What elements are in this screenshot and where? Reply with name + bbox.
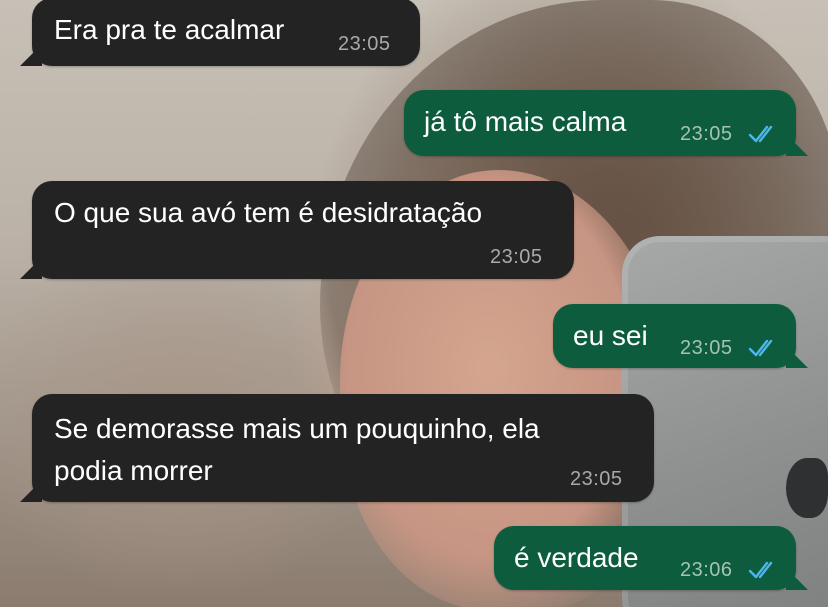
message-outgoing[interactable]: já tô mais calma 23:05	[404, 90, 808, 156]
message-text: Se demorasse mais um pouquinho, ela podi…	[54, 413, 540, 486]
bubble-tail	[786, 568, 808, 590]
chat-window: Era pra te acalmar 23:05 já tô mais calm…	[0, 0, 828, 607]
bubble-tail	[786, 134, 808, 156]
bubble-tail	[786, 346, 808, 368]
message-text: O que sua avó tem é desidratação	[54, 197, 483, 228]
message-outgoing[interactable]: eu sei 23:05	[553, 304, 808, 368]
double-check-read-icon	[748, 561, 773, 579]
message-text: é verdade	[514, 542, 639, 573]
message-incoming[interactable]: O que sua avó tem é desidratação 23:05	[20, 181, 574, 279]
message-time: 23:05	[338, 33, 391, 55]
message-time: 23:05	[570, 468, 623, 490]
wallpaper-phone-logo	[786, 458, 828, 518]
bubble-tail	[20, 44, 42, 66]
message-time: 23:05	[680, 337, 733, 359]
bubble-tail	[20, 480, 42, 502]
message-incoming[interactable]: Se demorasse mais um pouquinho, ela podi…	[20, 394, 654, 502]
message-text: Era pra te acalmar	[54, 14, 285, 45]
message-time: 23:05	[490, 246, 543, 268]
message-time: 23:06	[680, 559, 733, 581]
message-time: 23:05	[680, 123, 733, 145]
message-incoming[interactable]: Era pra te acalmar 23:05	[20, 0, 420, 66]
double-check-read-icon	[748, 125, 773, 143]
bubble-tail	[20, 257, 42, 279]
message-outgoing[interactable]: é verdade 23:06	[494, 526, 808, 590]
message-text: eu sei	[573, 320, 648, 351]
message-text: já tô mais calma	[424, 106, 627, 137]
double-check-read-icon	[748, 339, 773, 357]
